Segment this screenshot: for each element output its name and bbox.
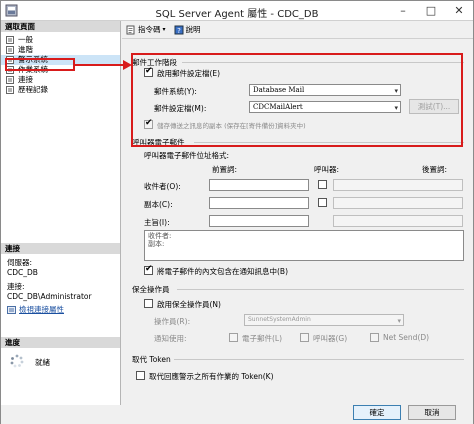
notify-email-checkbox[interactable] [229,333,238,342]
operator-select[interactable]: SunnetSystemAdmin ▾ [244,314,404,326]
page-icon [6,86,14,94]
dialog-window: SQL Server Agent 屬性 - CDC_DB – □ ✕ 選取頁面 … [0,0,474,424]
pager-preview: 收件者: 副本: [144,230,464,261]
page-connection[interactable]: 連接 [1,75,120,85]
ok-button[interactable]: 確定 [353,405,401,420]
page-general[interactable]: 一般 [1,35,120,45]
select-page-header: 選取頁面 [1,21,120,32]
page-connection-label: 連接 [18,75,33,84]
page-advanced[interactable]: 進階 [1,45,120,55]
notify-netsend-label: Net Send(D) [383,333,430,342]
include-body-checkbox[interactable] [144,264,153,275]
help-button[interactable]: ? 說明 [174,24,201,35]
pager-column-label: 呼叫器: [314,165,340,174]
server-value: CDC_DB [7,268,38,277]
progress-status: 就緒 [35,358,50,367]
title-bar: SQL Server Agent 屬性 - CDC_DB – □ ✕ [1,1,473,21]
svg-text:?: ? [177,27,181,35]
subject-prefix-input[interactable] [209,215,309,227]
cc-label: 副本(C): [144,200,173,209]
subject-label: 主旨(I): [144,218,170,227]
minimize-button[interactable]: – [389,1,417,21]
left-panel: 選取頁面 一般 進階 警示系統 作業系統 連接 歷程記錄 連接 伺服器: CDC… [1,21,121,405]
connection-label: 連接: [7,282,25,291]
notify-pager-label: 呼叫器(G) [313,334,348,343]
to-prefix-input[interactable] [209,179,309,191]
arrow-right-icon [75,60,132,70]
notify-pager-checkbox[interactable] [300,333,309,342]
cc-suffix-input[interactable] [333,197,463,209]
to-suffix-input[interactable] [333,179,463,191]
notify-using-label: 通知使用: [154,334,187,343]
replace-tokens-checkbox[interactable] [136,371,145,380]
operator-value: SunnetSystemAdmin [248,316,311,323]
connection-header: 連接 [1,243,120,254]
view-connection-properties[interactable]: 檢視連接屬性 [1,305,120,315]
page-icon [6,76,14,84]
script-icon [126,25,135,34]
highlight-box-mail-session [131,53,463,147]
chevron-down-icon: ▾ [162,26,166,33]
progress-header: 進度 [1,337,120,348]
suffix-column-label: 後置詞: [422,165,448,174]
cc-prefix-input[interactable] [209,197,309,209]
token-section-label: 取代 Token [132,355,171,364]
preview-cc: 副本: [148,240,165,248]
cc-pager-checkbox[interactable] [318,198,327,207]
replace-tokens-label: 取代回應警示之所有作業的 Token(K) [149,372,274,381]
help-icon: ? [174,25,184,35]
server-label: 伺服器: [7,258,33,267]
divider [177,289,464,290]
to-pager-checkbox[interactable] [318,180,327,189]
to-label: 收件者(O): [144,182,181,191]
include-body-label: 將電子郵件的內文包含在通知訊息中(B) [157,267,288,276]
progress-spinner-icon [10,354,24,368]
page-icon [6,36,14,44]
enable-failsafe-checkbox[interactable] [144,299,153,308]
help-label: 說明 [185,25,201,34]
page-history[interactable]: 歷程記錄 [1,85,120,95]
preview-to: 收件者: [148,232,172,240]
page-general-label: 一般 [18,35,33,44]
connection-value: CDC_DB\Administrator [7,292,92,301]
subject-suffix-input[interactable] [333,215,463,227]
enable-failsafe-label: 啟用保全操作員(N) [157,300,221,309]
failsafe-section-label: 保全操作員 [132,285,170,294]
footer: 確定 取消 [1,405,473,424]
operator-label: 操作員(R): [154,317,191,326]
pager-format-label: 呼叫器電子郵件位址格式: [144,151,230,160]
chevron-down-icon: ▾ [397,317,401,325]
prefix-column-label: 前置詞: [212,165,238,174]
cancel-button[interactable]: 取消 [408,405,456,420]
highlight-box-alert-system [5,58,75,71]
view-connection-link[interactable]: 檢視連接屬性 [19,305,64,314]
notify-netsend-checkbox[interactable] [370,333,379,342]
script-button[interactable]: 指令碼 ▾ [126,24,166,35]
properties-icon [7,306,16,314]
divider [174,359,464,360]
page-history-label: 歷程記錄 [18,85,48,94]
page-advanced-label: 進階 [18,45,33,54]
page-icon [6,46,14,54]
script-label: 指令碼 [138,25,161,34]
maximize-button[interactable]: □ [417,1,445,21]
close-button[interactable]: ✕ [445,1,473,21]
toolbar: 指令碼 ▾ ? 說明 [122,21,473,39]
notify-email-label: 電子郵件(L) [242,334,283,343]
